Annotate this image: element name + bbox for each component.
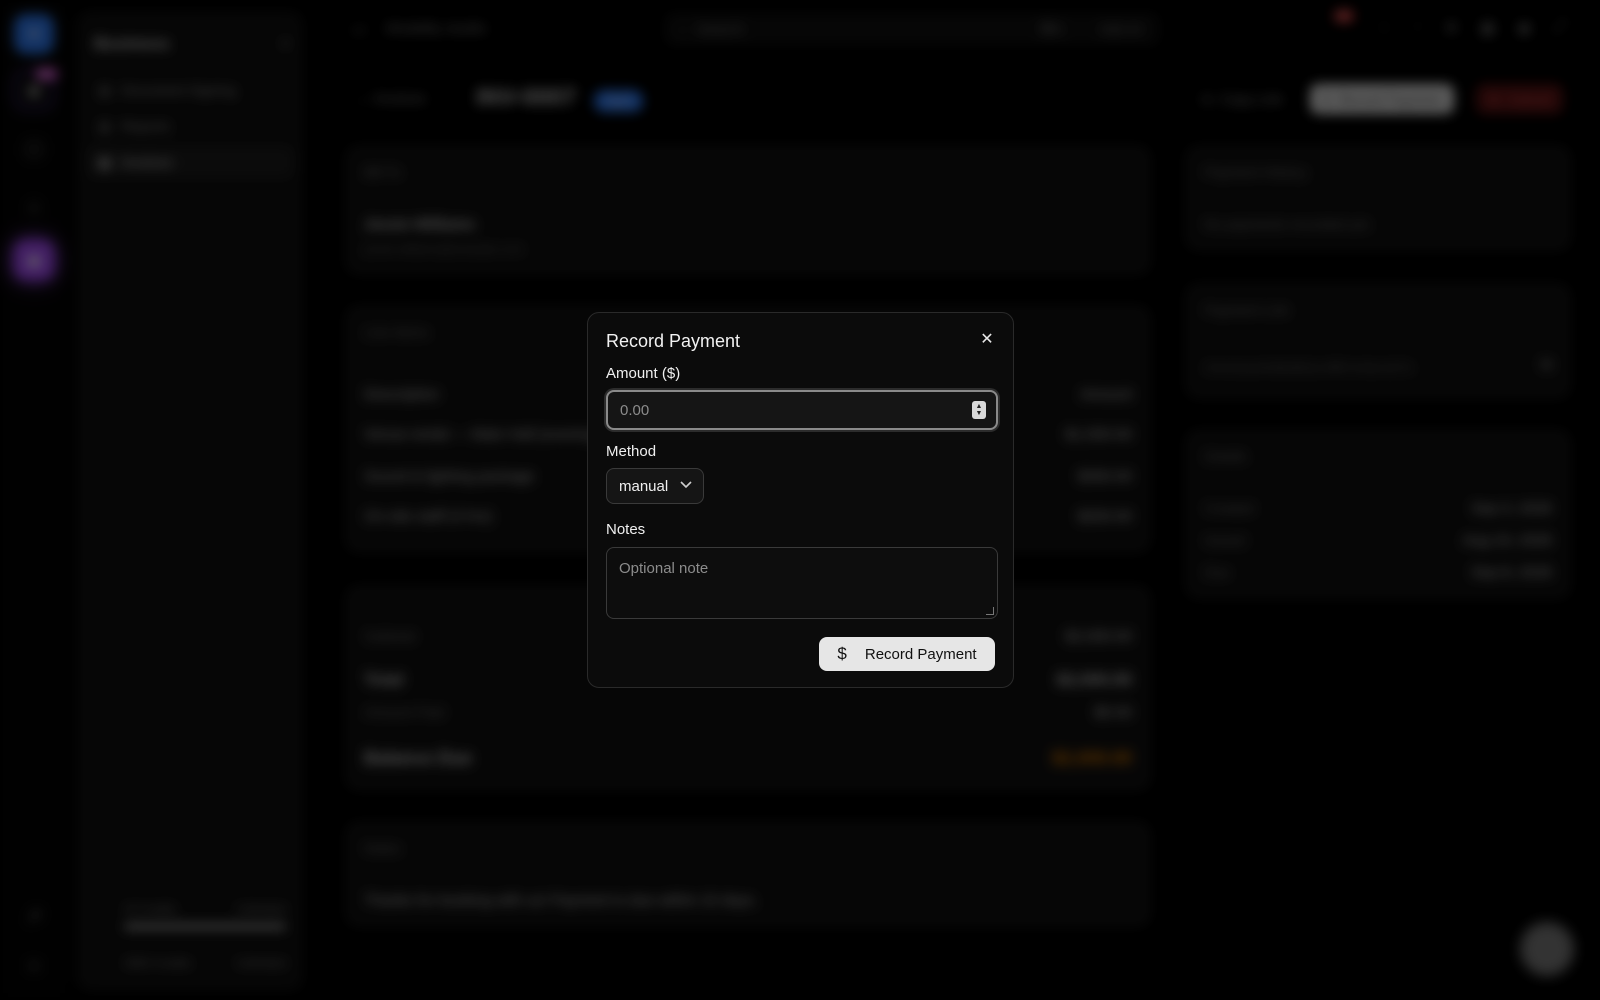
stepper-up-icon[interactable]: ▲ xyxy=(976,403,983,410)
close-icon[interactable]: ✕ xyxy=(975,327,999,351)
record-payment-dialog: Record Payment ✕ Amount ($) ▲ ▼ Method m… xyxy=(587,312,1014,688)
record-payment-button-label: Record Payment xyxy=(864,645,977,663)
stepper-down-icon[interactable]: ▼ xyxy=(976,410,983,417)
amount-input[interactable] xyxy=(620,401,960,419)
method-select[interactable]: manual xyxy=(606,468,704,504)
amount-stepper[interactable]: ▲ ▼ xyxy=(972,401,986,419)
notes-label: Notes xyxy=(606,521,646,538)
amount-field[interactable]: ▲ ▼ xyxy=(606,390,998,430)
chevron-down-icon xyxy=(680,480,692,492)
dialog-title: Record Payment xyxy=(606,331,741,351)
method-value: manual xyxy=(619,477,669,495)
notes-field[interactable] xyxy=(606,547,998,619)
record-payment-button[interactable]: $ Record Payment xyxy=(819,637,995,671)
resize-handle[interactable] xyxy=(986,607,994,615)
dollar-icon: $ xyxy=(837,644,847,663)
notes-input[interactable] xyxy=(619,560,985,606)
amount-label: Amount ($) xyxy=(606,365,681,382)
method-label: Method xyxy=(606,443,657,460)
